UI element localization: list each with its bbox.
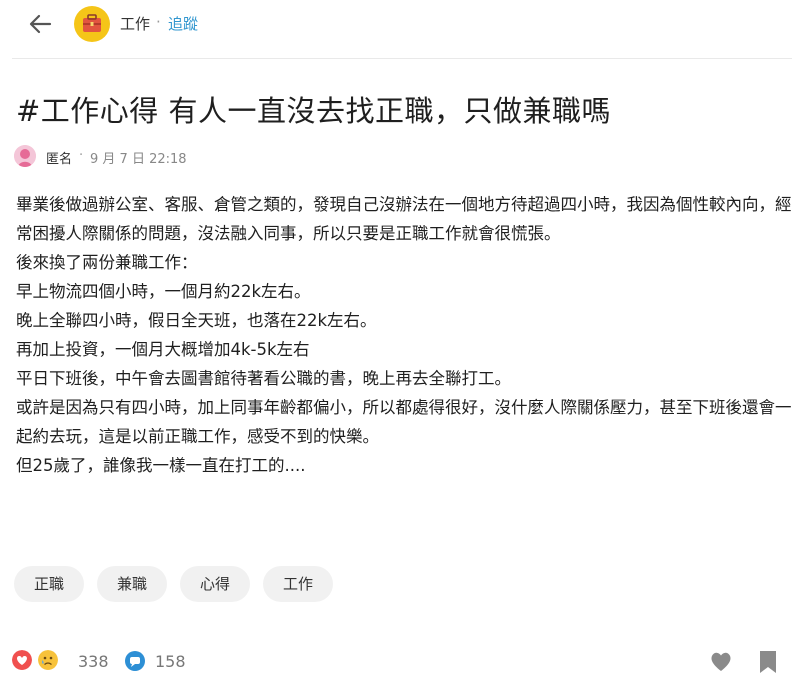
bookmark-icon[interactable] [758, 650, 778, 674]
top-bar: 工作 · 追蹤 [0, 0, 810, 48]
post-title: #工作心得 有人一直沒去找正職，只做兼職嗎 [16, 94, 612, 128]
header-divider [12, 58, 792, 59]
post-content: 畢業後做過辦公室、客服、倉管之類的，發現自己沒辦法在一個地方待超過四小時，我因為… [16, 190, 796, 480]
avatar [14, 145, 36, 167]
follow-button[interactable]: 追蹤 [168, 13, 198, 34]
back-arrow-icon[interactable] [26, 10, 54, 38]
content-paragraph: 後來換了兩份兼職工作： [16, 253, 198, 272]
post-time: 9 月 7 日 22:18 [90, 152, 187, 167]
comment-icon[interactable] [124, 650, 146, 672]
briefcase-icon [83, 14, 101, 32]
content-paragraph: 但25歲了，誰像我一樣一直在打工的.... [16, 456, 306, 475]
board-name[interactable]: 工作 [120, 13, 150, 34]
author-name: 匿名 [46, 152, 73, 167]
content-paragraph: 平日下班後，中午會去圖書館待著看公職的書，晚上再去全聯打工。 [16, 369, 511, 388]
reaction-bar: 338 158 [12, 648, 796, 676]
content-paragraph: 再加上投資，一個月大概增加4k-5k左右 [16, 340, 310, 359]
content-paragraph: 或許是因為只有四小時，加上同事年齡都偏小，所以都處得很好，沒什麼人際關係壓力，甚… [16, 398, 792, 446]
tag-list: 正職 兼職 心得 工作 [14, 566, 334, 602]
content-paragraph: 早上物流四個小時，一個月約22k左右。 [16, 282, 311, 301]
content-paragraph: 畢業後做過辦公室、客服、倉管之類的，發現自己沒辦法在一個地方待超過四小時，我因為… [16, 195, 792, 243]
tag-chip[interactable]: 工作 [263, 566, 334, 602]
tag-chip[interactable]: 兼職 [97, 566, 168, 602]
tag-chip[interactable]: 心得 [180, 566, 251, 602]
meta-separator: · [79, 148, 84, 163]
board-icon[interactable] [74, 6, 110, 42]
sad-reaction-icon[interactable] [36, 648, 60, 672]
tag-chip[interactable]: 正職 [14, 566, 85, 602]
reaction-count: 338 [78, 652, 109, 671]
content-paragraph: 晚上全聯四小時，假日全天班，也落在22k左右。 [16, 311, 377, 330]
female-avatar-icon [14, 145, 36, 167]
like-icon[interactable] [709, 650, 733, 672]
heart-reaction-icon[interactable] [12, 650, 32, 670]
comment-count: 158 [155, 652, 186, 671]
header-separator: · [156, 13, 161, 31]
